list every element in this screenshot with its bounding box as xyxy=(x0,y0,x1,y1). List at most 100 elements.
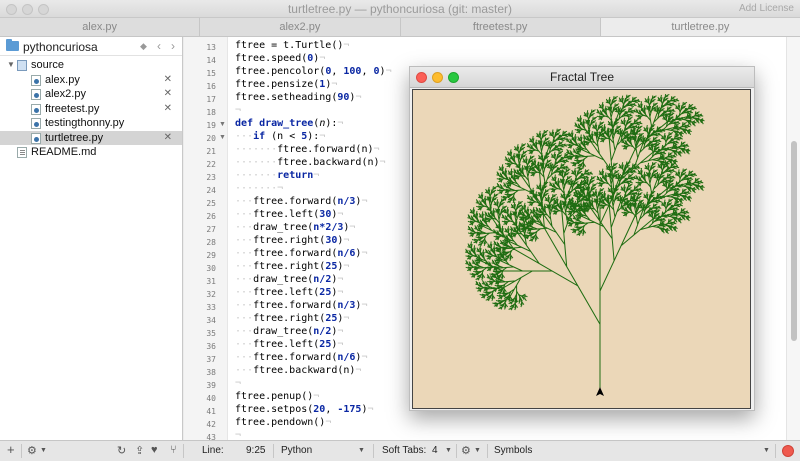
code-line: ftree.pencolor(0, 100, 0)¬ xyxy=(235,66,392,77)
close-window-button[interactable] xyxy=(416,72,427,83)
code-line: def draw_tree(n):¬ xyxy=(235,118,344,129)
tab-bar: alex.py alex2.py ftreetest.py turtletree… xyxy=(0,18,800,37)
chevron-updown-icon[interactable]: ◆ xyxy=(140,41,147,52)
project-sidebar: pythoncuriosa ◆ ‹ › ▼ source alex.py ✕ a… xyxy=(0,37,183,440)
tab-ftreetest-py[interactable]: ftreetest.py xyxy=(400,18,601,36)
editor-app: turtletree.py — pythoncuriosa (git: mast… xyxy=(0,0,800,461)
fold-arrow-icon[interactable]: ▼ xyxy=(219,121,226,128)
markdown-file-icon xyxy=(17,147,27,158)
cursor-position[interactable]: 9:25 xyxy=(246,445,265,456)
turtle-window-title: Fractal Tree xyxy=(549,70,615,84)
scrollbar-thumb[interactable] xyxy=(791,141,797,341)
turtle-window-titlebar: Fractal Tree xyxy=(410,67,754,88)
tree-item-turtletree-py[interactable]: turtletree.py ✕ xyxy=(0,130,182,146)
code-line: ···ftree.forward(n/6)¬ xyxy=(235,352,368,363)
tab-alex-py[interactable]: alex.py xyxy=(0,18,201,36)
code-line: ·······ftree.backward(n)¬ xyxy=(235,157,386,168)
code-line: ftree.pensize(1)¬ xyxy=(235,79,338,90)
python-file-icon xyxy=(31,74,41,86)
code-line: ···draw_tree(n/2)¬ xyxy=(235,274,344,285)
code-line: ftree = t.Turtle()¬ xyxy=(235,40,350,51)
turtle-cursor-icon xyxy=(596,387,604,396)
code-line: ·······ftree.forward(n)¬ xyxy=(235,144,380,155)
fold-arrow-icon[interactable]: ▼ xyxy=(219,134,226,141)
disclosure-open-icon[interactable]: ▼ xyxy=(7,58,15,73)
window-title: turtletree.py — pythoncuriosa (git: mast… xyxy=(287,2,513,16)
code-line: ···ftree.backward(n)¬ xyxy=(235,365,362,376)
vertical-scrollbar[interactable] xyxy=(786,37,800,440)
title-bar: turtletree.py — pythoncuriosa (git: mast… xyxy=(0,0,800,18)
code-line: ···draw_tree(n*2/3)¬ xyxy=(235,222,356,233)
code-line: ·······return¬ xyxy=(235,170,320,181)
close-file-icon[interactable]: ✕ xyxy=(164,73,172,88)
code-line: ftree.penup()¬ xyxy=(235,391,320,402)
tree-item-alex-py[interactable]: alex.py ✕ xyxy=(0,73,182,88)
close-file-icon[interactable]: ✕ xyxy=(164,131,172,146)
code-line: ···ftree.right(25)¬ xyxy=(235,313,350,324)
gear-icon[interactable]: ⚙ xyxy=(461,444,471,457)
minimize-window-button[interactable] xyxy=(432,72,443,83)
close-file-icon[interactable]: ✕ xyxy=(164,87,172,102)
source-folder-icon xyxy=(17,60,27,71)
refresh-icon[interactable]: ↻ xyxy=(117,444,126,457)
gear-icon[interactable]: ⚙ xyxy=(27,444,37,457)
python-file-icon xyxy=(31,118,41,129)
symbols-selector[interactable]: Symbols xyxy=(494,445,532,456)
code-line: ftree.setheading(90)¬ xyxy=(235,92,362,103)
python-file-icon xyxy=(31,103,41,115)
tree-branches xyxy=(464,93,705,391)
chevron-down-icon[interactable]: ▼ xyxy=(40,447,47,454)
code-line: ···ftree.forward(n/3)¬ xyxy=(235,300,368,311)
code-line: ···ftree.forward(n/3)¬ xyxy=(235,196,368,207)
add-license-link[interactable]: Add License xyxy=(739,3,794,14)
git-branch-icon[interactable]: ⑂ xyxy=(170,444,177,456)
folder-icon xyxy=(6,39,19,51)
code-line: ¬ xyxy=(235,378,242,389)
status-bar: + ⚙ ▼ ↻ ⇪ ♥ ⑂ Line: 9:25 Python ▼ Soft T… xyxy=(0,440,800,461)
plus-icon[interactable]: + xyxy=(7,442,15,457)
chevron-down-icon[interactable]: ▼ xyxy=(358,447,365,454)
code-line: ···if (n < 5):¬ xyxy=(235,131,326,142)
language-selector[interactable]: Python xyxy=(281,445,312,456)
tree-item-ftreetest-py[interactable]: ftreetest.py ✕ xyxy=(0,102,182,117)
tree-item-source[interactable]: ▼ source xyxy=(0,58,182,73)
code-line: ···ftree.left(25)¬ xyxy=(235,287,344,298)
python-file-icon xyxy=(31,89,41,100)
soft-tabs-value[interactable]: 4 xyxy=(432,445,438,456)
code-line: ···ftree.forward(n/6)¬ xyxy=(235,248,368,259)
fractal-tree-drawing xyxy=(464,93,705,396)
back-arrow-icon[interactable]: ‹ xyxy=(157,39,161,53)
chevron-down-icon[interactable]: ▼ xyxy=(445,447,452,454)
code-line: ···draw_tree(n/2)¬ xyxy=(235,326,344,337)
chevron-down-icon[interactable]: ▼ xyxy=(474,447,481,454)
zoom-window-button[interactable] xyxy=(448,72,459,83)
forward-arrow-icon[interactable]: › xyxy=(171,39,175,53)
code-line: ···ftree.right(25)¬ xyxy=(235,261,350,272)
code-line: ···ftree.left(30)¬ xyxy=(235,209,344,220)
project-header[interactable]: pythoncuriosa ◆ ‹ › xyxy=(0,37,182,56)
close-file-icon[interactable]: ✕ xyxy=(164,102,172,117)
code-line: ftree.pendown()¬ xyxy=(235,417,332,428)
python-file-icon xyxy=(31,132,41,144)
heart-icon[interactable]: ♥ xyxy=(151,444,158,456)
upload-icon[interactable]: ⇪ xyxy=(135,444,144,457)
tab-turtletree-py[interactable]: turtletree.py xyxy=(600,18,800,36)
turtle-graphics-window: Fractal Tree xyxy=(409,66,755,411)
code-line: ···ftree.left(25)¬ xyxy=(235,339,344,350)
tree-item-testingthonny-py[interactable]: testingthonny.py xyxy=(0,116,182,131)
tab-alex2-py[interactable]: alex2.py xyxy=(200,18,401,36)
code-line: ¬ xyxy=(235,105,242,116)
error-indicator-icon[interactable] xyxy=(782,445,794,457)
code-line: ¬ xyxy=(235,430,242,440)
project-name: pythoncuriosa xyxy=(23,40,98,54)
code-line: ···ftree.right(30)¬ xyxy=(235,235,350,246)
tree-item-readme-md[interactable]: README.md xyxy=(0,145,182,160)
chevron-down-icon[interactable]: ▼ xyxy=(763,447,770,454)
soft-tabs-label[interactable]: Soft Tabs: xyxy=(382,445,426,456)
turtle-canvas xyxy=(412,89,751,409)
code-line: ftree.setpos(20, -175)¬ xyxy=(235,404,374,415)
line-label: Line: xyxy=(202,445,224,456)
line-gutter: 13 14 15 16 17 18 19 20 21 22 23 24 25 2… xyxy=(184,37,228,440)
code-line: ftree.speed(0)¬ xyxy=(235,53,326,64)
tree-item-alex2-py[interactable]: alex2.py ✕ xyxy=(0,87,182,102)
